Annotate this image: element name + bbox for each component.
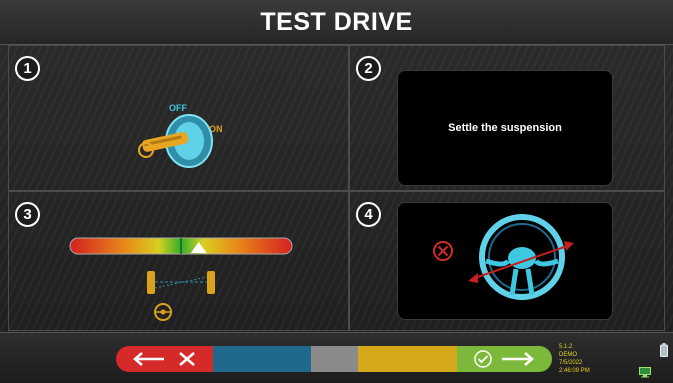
toolbar-yellow-button[interactable] [358,346,457,372]
step-number: 1 [15,56,40,81]
axle-icon [147,271,215,321]
step-number: 4 [356,202,381,227]
test-drive-screen: TEST DRIVE 1 OFF ON 2 Settle the suspens… [0,0,673,383]
steering-box [397,202,613,320]
check-icon [473,350,492,368]
close-icon [178,352,195,366]
step-4-panel: 4 [349,191,665,331]
cancel-icon [433,241,453,261]
monitor-icon[interactable] [639,367,651,378]
instruction-box: Settle the suspension [397,70,613,186]
step-number: 3 [15,202,40,227]
back-arrow-icon [132,352,164,366]
step-1-panel: 1 OFF ON [8,45,349,191]
mode-label: DEMO [559,352,577,358]
time-label: 2:46:09 PM [559,368,590,374]
toolbar-gray-button[interactable] [311,346,358,372]
step-number: 2 [356,56,381,81]
ignition-key-icon [138,114,213,168]
back-button[interactable] [116,346,213,372]
toolbar-blue-button[interactable] [213,346,311,372]
page-title: TEST DRIVE [260,7,413,36]
system-info: 5.1.2 DEMO 7/5/2022 2:46:09 PM [559,343,590,375]
step-3-panel: 3 [8,191,349,331]
title-bar: TEST DRIVE [0,0,673,45]
date-label: 7/5/2022 [559,360,583,366]
alignment-bar-icon [69,237,293,255]
steering-wheel-icon [468,214,574,300]
version-label: 5.1.2 [559,344,573,350]
battery-icon [660,343,668,357]
step-2-panel: 2 Settle the suspension [349,45,665,191]
next-arrow-icon [501,352,534,366]
instruction-message: Settle the suspension [448,122,562,134]
next-button[interactable] [457,346,552,372]
